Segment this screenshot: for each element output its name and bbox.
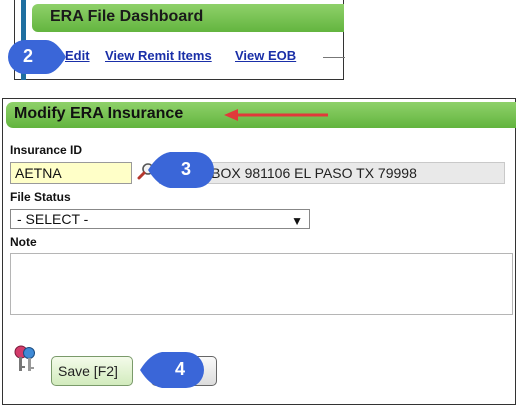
file-status-label: File Status	[10, 190, 71, 204]
step-2-number: 2	[22, 46, 33, 66]
step-3-badge: 3	[148, 152, 216, 188]
dashboard-links: Edit View Remit Items View EOB	[33, 48, 345, 68]
insurance-id-label: Insurance ID	[10, 143, 83, 157]
red-arrow-icon	[224, 109, 328, 121]
insurance-id-input[interactable]	[10, 162, 132, 184]
step-2-badge: 2	[0, 40, 70, 74]
dashboard-title: ERA File Dashboard	[50, 8, 204, 25]
dashboard-header: ERA File Dashboard	[32, 4, 344, 32]
modify-title: Modify ERA Insurance	[14, 105, 184, 122]
view-eob-link[interactable]: View EOB	[235, 48, 296, 63]
divider-line	[323, 57, 345, 58]
note-textarea[interactable]	[10, 253, 513, 315]
view-remit-items-link[interactable]: View Remit Items	[105, 48, 212, 63]
note-label: Note	[10, 235, 37, 249]
file-status-selected-value: - SELECT -	[17, 211, 89, 227]
step-3-number: 3	[180, 159, 191, 179]
step-4-number: 4	[174, 359, 185, 379]
modify-era-insurance-panel: Modify ERA Insurance Insurance ID A - PO…	[2, 98, 516, 405]
file-status-select[interactable]: - SELECT - ▼	[10, 209, 310, 229]
keys-icon	[14, 345, 35, 371]
modify-header: Modify ERA Insurance	[6, 102, 516, 128]
step-4-badge: 4	[140, 352, 206, 388]
save-button[interactable]: Save [F2]	[51, 356, 133, 386]
chevron-down-icon: ▼	[291, 214, 303, 228]
